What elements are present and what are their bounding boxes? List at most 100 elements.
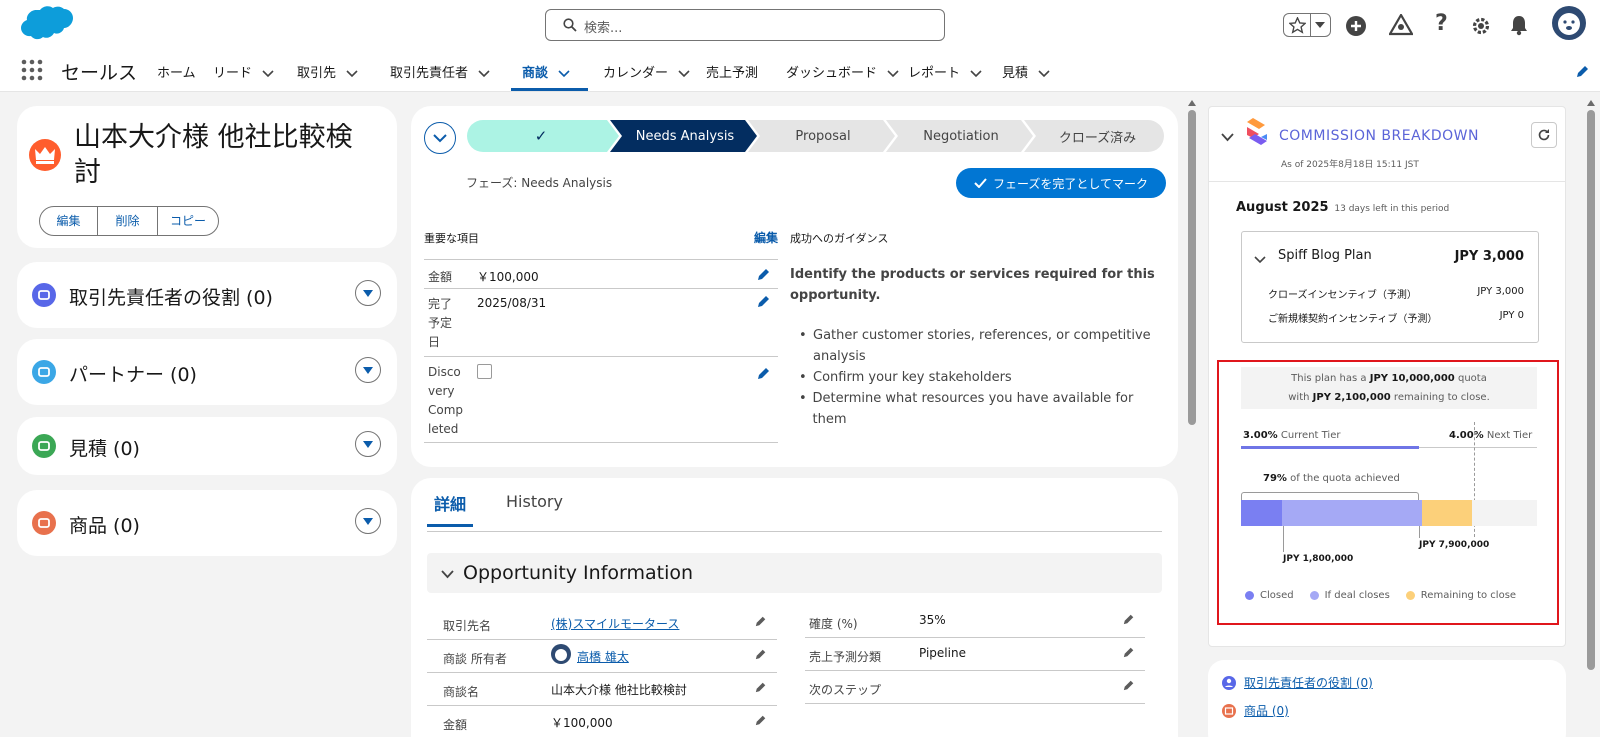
section-header[interactable]: Opportunity Information <box>427 553 1162 593</box>
edit-pencil-icon[interactable] <box>1123 679 1135 691</box>
detail-field-value: Pipeline <box>919 646 966 660</box>
path-step-closed[interactable]: クローズ済み <box>1031 120 1164 152</box>
chevron-down-icon[interactable] <box>558 69 570 78</box>
path-step-completed[interactable]: ✓ <box>467 120 615 152</box>
nav-item-label: 商談 <box>522 66 549 81</box>
edit-pencil-icon[interactable] <box>755 615 767 627</box>
record-highlights: 山本大介様 他社比較検 討 編集 削除 コピー <box>17 106 397 248</box>
edit-pencil-icon[interactable] <box>757 366 771 380</box>
quota-summary: This plan has a JPY 10,000,000 quota wit… <box>1241 367 1537 409</box>
nav-item-3[interactable]: 取引先責任者 <box>390 62 490 81</box>
contact-role-icon <box>32 283 56 307</box>
trailhead-icon[interactable] <box>1389 14 1413 36</box>
tab-history[interactable]: History <box>506 492 563 511</box>
detail-field-label: 金額 <box>443 718 468 732</box>
nav-item-1[interactable]: リード <box>213 62 274 81</box>
chevron-down-icon[interactable] <box>1221 133 1234 142</box>
edit-button[interactable]: 編集 <box>40 207 98 235</box>
detail-field-value[interactable]: (株)スマイルモータース <box>551 615 679 632</box>
delete-button[interactable]: 削除 <box>98 207 158 235</box>
nav-item-7[interactable]: ダッシュボード <box>786 62 899 81</box>
tab-details[interactable]: 詳細 <box>427 491 473 527</box>
mark-phase-complete-button[interactable]: フェーズを完了としてマーク <box>956 168 1166 198</box>
nav-item-0[interactable]: ホーム <box>157 62 196 81</box>
bar-segment-if-deal-closes <box>1282 500 1422 526</box>
owner-link[interactable]: 高橋 雄太 <box>577 648 629 665</box>
discovery-checkbox[interactable] <box>477 364 492 379</box>
path-toggle-button[interactable] <box>424 122 456 154</box>
edit-nav-icon[interactable] <box>1576 64 1590 78</box>
scroll-up-arrow-icon[interactable] <box>1587 100 1595 106</box>
help-icon[interactable]: ? <box>1435 11 1448 36</box>
key-fields-edit-link[interactable]: 編集 <box>754 229 778 246</box>
global-search[interactable]: 検索... <box>545 9 945 41</box>
nav-item-6[interactable]: 売上予測 <box>706 62 758 81</box>
sidebar-scrollbar[interactable] <box>1584 96 1598 737</box>
related-list-menu-button[interactable] <box>355 431 381 457</box>
opportunity-crown-icon <box>29 139 61 171</box>
scroll-thumb[interactable] <box>1587 110 1595 670</box>
chevron-down-icon[interactable] <box>1038 69 1050 78</box>
edit-pencil-icon[interactable] <box>757 294 771 308</box>
path-step-negotiation[interactable]: Negotiation <box>893 120 1029 152</box>
related-list-menu-button[interactable] <box>355 280 381 306</box>
legend-closed: Closed <box>1245 590 1294 601</box>
nav-item-label: ホーム <box>157 66 196 81</box>
path-step-needs-analysis[interactable]: Needs Analysis <box>617 120 753 152</box>
bar-segment-closed <box>1241 500 1283 526</box>
edit-pencil-icon[interactable] <box>755 681 767 693</box>
chevron-down-icon <box>363 440 373 448</box>
plan-line-label: ご新規様契約インセンティブ（予測） <box>1268 314 1438 325</box>
nav-item-4[interactable]: 商談 <box>522 62 570 81</box>
plan-line-value: JPY 0 <box>1499 310 1524 321</box>
main-scrollbar[interactable] <box>1185 96 1199 737</box>
nav-item-8[interactable]: レポート <box>908 62 982 81</box>
chevron-down-icon[interactable] <box>678 69 690 78</box>
chevron-down-icon[interactable] <box>478 69 490 78</box>
salesforce-logo[interactable] <box>16 4 74 44</box>
related-list-title[interactable]: 見積 (0) <box>69 434 140 461</box>
record-title: 山本大介様 他社比較検 討 <box>74 120 353 190</box>
related-list-menu-button[interactable] <box>355 357 381 383</box>
key-field-value: 2025/08/31 <box>477 296 547 310</box>
chevron-down-icon[interactable] <box>970 69 982 78</box>
bell-icon[interactable] <box>1508 14 1530 36</box>
related-list-menu-button[interactable] <box>355 508 381 534</box>
related-list-card: パートナー (0) <box>17 339 397 405</box>
global-actions-icon[interactable] <box>1345 15 1367 37</box>
related-list-title[interactable]: 商品 (0) <box>69 511 140 538</box>
detail-field-row: 売上予測分類 Pipeline <box>805 638 1145 671</box>
quick-link-contact-roles[interactable]: 取引先責任者の役割 (0) <box>1222 674 1373 691</box>
avatar[interactable] <box>1551 5 1587 41</box>
nav-item-label: リード <box>213 66 253 81</box>
quick-link-products[interactable]: 商品 (0) <box>1222 702 1289 719</box>
refresh-button[interactable] <box>1531 122 1557 148</box>
scroll-up-arrow-icon[interactable] <box>1188 100 1196 106</box>
edit-pencil-icon[interactable] <box>1123 646 1135 658</box>
edit-pencil-icon[interactable] <box>1123 613 1135 625</box>
scroll-thumb[interactable] <box>1188 110 1196 425</box>
chevron-down-icon[interactable] <box>1254 256 1266 264</box>
app-launcher-icon[interactable] <box>21 59 43 81</box>
gear-icon[interactable] <box>1470 15 1492 37</box>
nav-item-2[interactable]: 取引先 <box>297 62 358 81</box>
nav-item-9[interactable]: 見積 <box>1002 62 1050 81</box>
quota-legend: Closed If deal closes Remaining to close <box>1245 590 1516 601</box>
related-list-title[interactable]: パートナー (0) <box>69 360 197 387</box>
related-list-title[interactable]: 取引先責任者の役割 (0) <box>69 283 273 310</box>
detail-field-label: 商談 所有者 <box>443 652 507 666</box>
chevron-down-icon[interactable] <box>262 69 274 78</box>
nav-item-5[interactable]: カレンダー <box>603 62 690 81</box>
chevron-down-icon[interactable] <box>887 69 899 78</box>
edit-pencil-icon[interactable] <box>755 714 767 726</box>
key-field-amount: 金額 ￥100,000 <box>424 259 778 289</box>
key-field-label: 金額 <box>428 270 453 284</box>
chevron-down-icon[interactable] <box>346 69 358 78</box>
edit-pencil-icon[interactable] <box>755 648 767 660</box>
copy-button[interactable]: コピー <box>158 207 218 235</box>
favorites-button[interactable] <box>1283 13 1331 37</box>
spiff-logo-icon <box>1247 118 1267 145</box>
path-step-proposal[interactable]: Proposal <box>755 120 891 152</box>
record-action-group: 編集 削除 コピー <box>39 206 219 236</box>
edit-pencil-icon[interactable] <box>757 267 771 281</box>
